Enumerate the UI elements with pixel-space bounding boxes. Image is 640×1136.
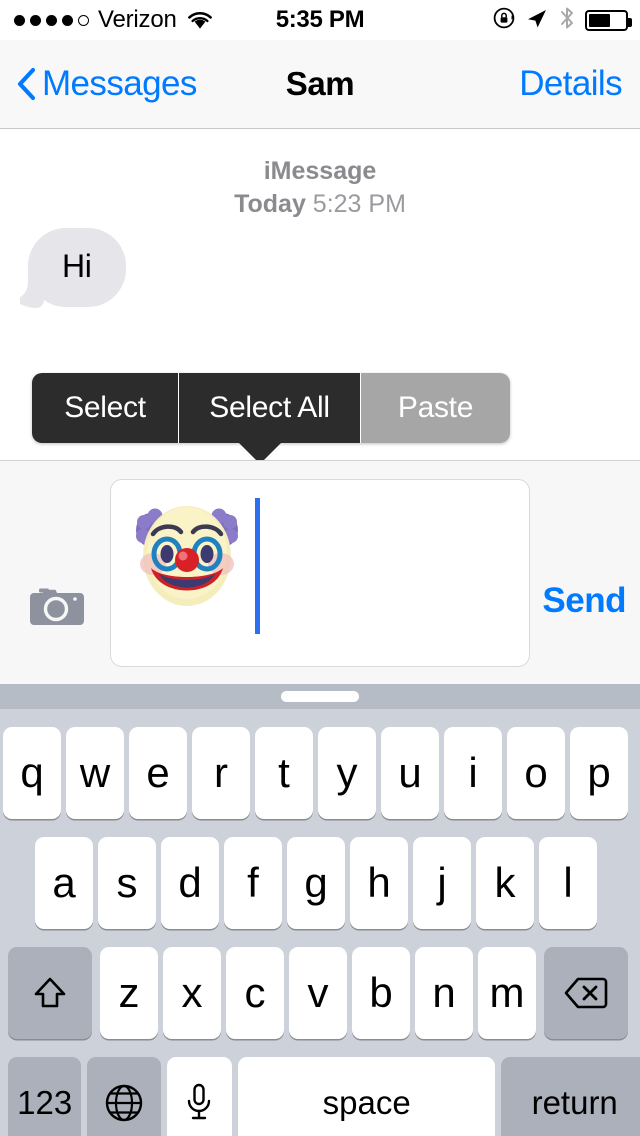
dictation-key[interactable] bbox=[166, 1057, 232, 1136]
bluetooth-icon bbox=[558, 5, 576, 36]
key-w[interactable]: w bbox=[66, 727, 124, 819]
message-input-bar: Send bbox=[0, 460, 640, 684]
details-button[interactable]: Details bbox=[519, 40, 622, 128]
timestamp-time: 5:23 PM bbox=[312, 190, 406, 218]
rotation-lock-icon bbox=[492, 6, 516, 35]
clock-label: 5:35 PM bbox=[275, 6, 365, 33]
edit-menu: Select Select All Paste bbox=[32, 373, 510, 443]
space-key[interactable]: space bbox=[237, 1057, 496, 1136]
key-t[interactable]: t bbox=[255, 727, 313, 819]
text-caret bbox=[255, 498, 260, 634]
key-m[interactable]: m bbox=[478, 947, 536, 1039]
timestamp-day: Today bbox=[234, 190, 306, 218]
key-s[interactable]: s bbox=[98, 837, 156, 929]
key-i[interactable]: i bbox=[444, 727, 502, 819]
return-key[interactable]: return bbox=[501, 1057, 640, 1136]
navigation-bar: Messages Sam Details bbox=[0, 40, 640, 129]
key-q[interactable]: q bbox=[3, 727, 61, 819]
keyboard-drag-handle[interactable] bbox=[281, 691, 359, 702]
key-z[interactable]: z bbox=[100, 947, 158, 1039]
message-bubble-incoming[interactable]: Hi bbox=[14, 228, 126, 308]
key-k[interactable]: k bbox=[476, 837, 534, 929]
keyboard: q w e r t y u i o p a s d f g h j k l z … bbox=[0, 709, 640, 1136]
status-bar: Verizon 5:35 PM bbox=[0, 0, 640, 40]
key-h[interactable]: h bbox=[350, 837, 408, 929]
keyboard-row-4: 123 space return bbox=[8, 1057, 640, 1136]
key-y[interactable]: y bbox=[318, 727, 376, 819]
key-n[interactable]: n bbox=[415, 947, 473, 1039]
key-o[interactable]: o bbox=[507, 727, 565, 819]
menu-item-select-all[interactable]: Select All bbox=[178, 373, 360, 443]
globe-icon bbox=[105, 1084, 143, 1122]
key-j[interactable]: j bbox=[413, 837, 471, 929]
bubble-tail-icon bbox=[14, 274, 54, 308]
key-l[interactable]: l bbox=[539, 837, 597, 929]
keyboard-handle-bar bbox=[0, 684, 640, 709]
numbers-key[interactable]: 123 bbox=[8, 1057, 82, 1136]
globe-key[interactable] bbox=[87, 1057, 161, 1136]
message-text: Hi bbox=[62, 248, 92, 284]
keyboard-row-2: a s d f g h j k l bbox=[35, 837, 640, 929]
shift-key[interactable] bbox=[8, 947, 92, 1039]
delete-backspace-icon bbox=[564, 977, 608, 1009]
location-arrow-icon bbox=[525, 6, 549, 35]
message-text-input[interactable] bbox=[110, 479, 530, 667]
key-r[interactable]: r bbox=[192, 727, 250, 819]
keyboard-row-1: q w e r t y u i o p bbox=[3, 727, 640, 819]
key-a[interactable]: a bbox=[35, 837, 93, 929]
key-p[interactable]: p bbox=[570, 727, 628, 819]
send-button[interactable]: Send bbox=[542, 581, 626, 621]
key-e[interactable]: e bbox=[129, 727, 187, 819]
key-d[interactable]: d bbox=[161, 837, 219, 929]
menu-item-paste[interactable]: Paste bbox=[360, 373, 510, 443]
camera-button[interactable] bbox=[28, 583, 86, 629]
conversation-timestamp: iMessage Today 5:23 PM bbox=[0, 130, 640, 221]
message-row-incoming: Hi bbox=[14, 228, 126, 308]
delete-key[interactable] bbox=[544, 947, 628, 1039]
shift-icon bbox=[34, 977, 66, 1008]
battery-icon bbox=[585, 9, 632, 31]
microphone-icon bbox=[188, 1083, 211, 1120]
key-g[interactable]: g bbox=[287, 837, 345, 929]
status-bar-right bbox=[492, 0, 632, 40]
service-label: iMessage bbox=[263, 157, 377, 185]
clown-face-emoji bbox=[131, 498, 243, 614]
iphone-messages-screen: Verizon 5:35 PM Messages Sam Details iMe… bbox=[0, 0, 640, 1136]
key-f[interactable]: f bbox=[224, 837, 282, 929]
key-c[interactable]: c bbox=[226, 947, 284, 1039]
keyboard-row-3: z x c v b n m bbox=[8, 947, 640, 1039]
camera-icon bbox=[30, 588, 84, 625]
key-u[interactable]: u bbox=[381, 727, 439, 819]
menu-item-select[interactable]: Select bbox=[32, 373, 178, 443]
key-b[interactable]: b bbox=[352, 947, 410, 1039]
key-v[interactable]: v bbox=[289, 947, 347, 1039]
key-x[interactable]: x bbox=[163, 947, 221, 1039]
